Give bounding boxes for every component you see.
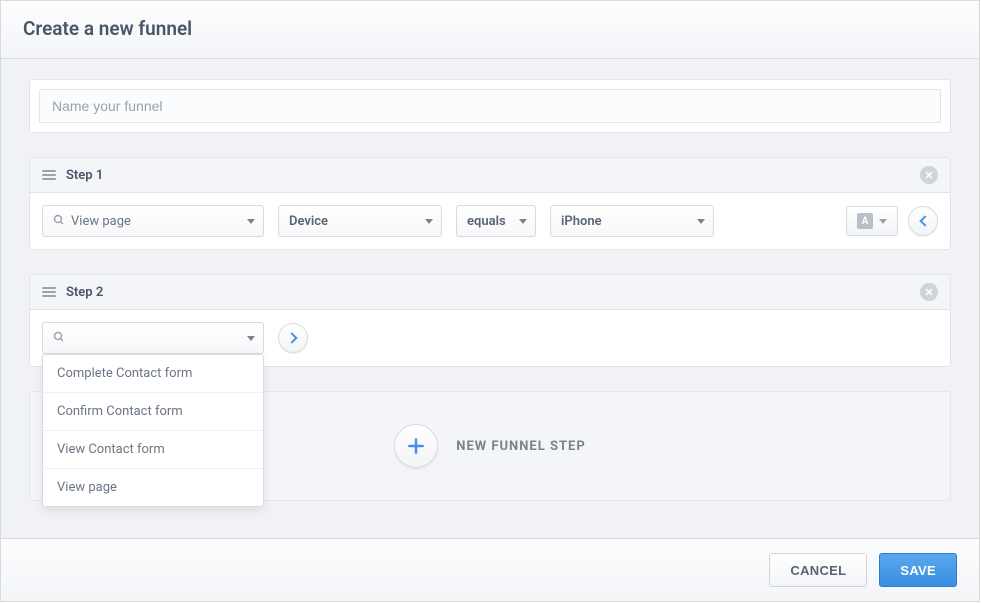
drag-handle-icon[interactable]: [42, 287, 56, 297]
modal-header: Create a new funnel: [1, 1, 979, 59]
chevron-right-icon: [286, 332, 297, 343]
step-2-panel: Step 2 ✕ Complete Contact form Conf: [29, 274, 951, 367]
step-1-title: Step 1: [66, 168, 910, 183]
event-option[interactable]: Confirm Contact form: [43, 393, 263, 431]
search-icon: [53, 214, 65, 229]
letter-badge: A: [857, 213, 873, 229]
expand-filter-button[interactable]: [278, 323, 308, 353]
event-dropdown-label: View page: [71, 214, 131, 229]
value-dropdown[interactable]: iPhone: [550, 205, 714, 237]
property-dropdown[interactable]: Device: [278, 205, 442, 237]
funnel-name-input[interactable]: [39, 89, 941, 123]
property-dropdown-label: Device: [289, 214, 328, 229]
step-1-header: Step 1 ✕: [30, 158, 950, 193]
step-2-header: Step 2 ✕: [30, 275, 950, 310]
step-1-panel: Step 1 ✕ View page Device equals: [29, 157, 951, 250]
event-option[interactable]: View Contact form: [43, 431, 263, 469]
operator-dropdown-label: equals: [467, 214, 506, 229]
operator-dropdown[interactable]: equals: [456, 205, 536, 237]
modal-title: Create a new funnel: [23, 17, 957, 40]
caret-down-icon: [425, 219, 433, 224]
caret-down-icon: [879, 219, 887, 224]
funnel-modal: Create a new funnel Step 1 ✕ View page: [0, 0, 980, 602]
chevron-left-icon: [919, 215, 930, 226]
step-2-title: Step 2: [66, 285, 910, 300]
name-panel: [29, 79, 951, 133]
drag-handle-icon[interactable]: [42, 170, 56, 180]
caret-down-icon: [697, 219, 705, 224]
remove-step-button[interactable]: ✕: [920, 283, 938, 301]
event-dropdown[interactable]: [42, 322, 264, 354]
caret-down-icon: [247, 336, 255, 341]
modal-footer: CANCEL SAVE: [1, 538, 979, 601]
value-dropdown-label: iPhone: [561, 214, 602, 229]
step-1-right-controls: A: [846, 206, 938, 236]
step-2-body: Complete Contact form Confirm Contact fo…: [30, 310, 950, 366]
cancel-button[interactable]: CANCEL: [769, 553, 867, 587]
event-option[interactable]: Complete Contact form: [43, 355, 263, 393]
new-funnel-step-label: NEW FUNNEL STEP: [456, 439, 585, 454]
caret-down-icon: [519, 219, 527, 224]
letter-dropdown[interactable]: A: [846, 206, 898, 236]
save-button[interactable]: SAVE: [879, 553, 957, 587]
modal-body: Step 1 ✕ View page Device equals: [1, 59, 979, 538]
step-1-body: View page Device equals iPhone: [30, 193, 950, 249]
event-option[interactable]: View page: [43, 469, 263, 506]
collapse-filter-button[interactable]: [908, 206, 938, 236]
plus-icon: [394, 424, 438, 468]
event-dropdown[interactable]: View page: [42, 205, 264, 237]
search-icon: [53, 331, 65, 346]
remove-step-button[interactable]: ✕: [920, 166, 938, 184]
caret-down-icon: [247, 219, 255, 224]
event-dropdown-menu: Complete Contact form Confirm Contact fo…: [42, 354, 264, 507]
